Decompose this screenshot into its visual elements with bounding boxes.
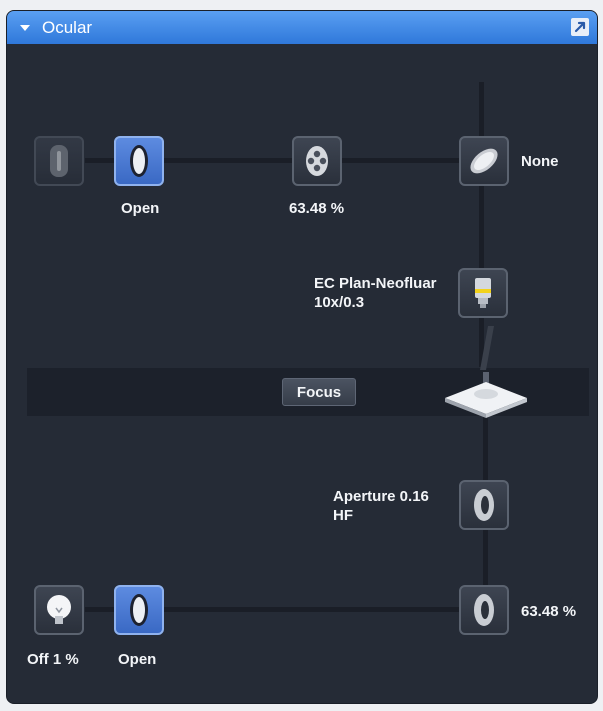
objective-icon xyxy=(475,278,491,308)
mirror-button[interactable] xyxy=(459,136,509,186)
aperture-button[interactable] xyxy=(459,480,509,530)
field-stop-icon xyxy=(474,594,494,626)
top-shutter-button[interactable] xyxy=(114,136,164,186)
field-stop-button[interactable] xyxy=(459,585,509,635)
collapse-triangle-icon[interactable] xyxy=(20,25,30,31)
filter-wheel-icon xyxy=(306,146,328,176)
field-stop-label: 63.48 % xyxy=(521,603,577,620)
objective-label-line2: 10x/0.3 xyxy=(314,294,365,311)
filter-slider-icon xyxy=(50,145,68,177)
lens-icon xyxy=(130,145,148,177)
mirror-icon xyxy=(470,148,498,174)
objective-button[interactable] xyxy=(458,268,508,318)
attenuator-button[interactable] xyxy=(292,136,342,186)
attenuator-label: 63.48 % xyxy=(289,200,345,217)
mirror-label: None xyxy=(521,153,559,170)
lamp-bulb-icon xyxy=(47,595,71,624)
panel-header[interactable]: Ocular xyxy=(7,11,597,45)
aperture-label-line1: Aperture 0.16 xyxy=(333,488,429,505)
lamp-label: Off 1 % xyxy=(27,651,79,668)
objective-label-line1: EC Plan-Neofluar xyxy=(314,275,437,292)
aperture-label-line2: HF xyxy=(333,507,353,524)
vertical-light-path-top xyxy=(479,82,484,367)
ocular-panel: Ocular Open 63.48 % None EC Plan-Neoflua… xyxy=(6,10,598,704)
filter-slider-button[interactable] xyxy=(34,136,84,186)
light-path-diagram: Open 63.48 % None EC Plan-Neofluar 10x/0… xyxy=(7,44,597,703)
popout-icon[interactable] xyxy=(571,18,589,36)
stage-icon xyxy=(445,372,527,418)
top-shutter-label: Open xyxy=(121,200,160,217)
focus-button[interactable]: Focus xyxy=(282,378,356,406)
lens-icon xyxy=(130,594,148,626)
bottom-shutter-button[interactable] xyxy=(114,585,164,635)
aperture-icon xyxy=(474,489,494,521)
bottom-shutter-label: Open xyxy=(118,651,157,668)
objective-beam-cone xyxy=(480,326,494,370)
lamp-button[interactable] xyxy=(34,585,84,635)
panel-title: Ocular xyxy=(42,18,93,37)
